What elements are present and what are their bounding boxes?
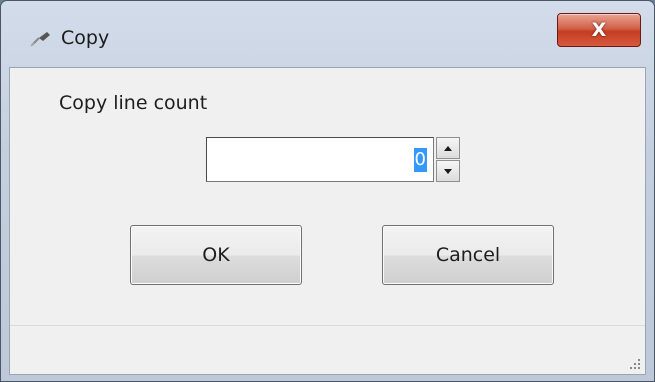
copy-line-count-input[interactable]: 0 xyxy=(206,137,434,182)
copy-line-count-spinner xyxy=(436,137,460,182)
spin-up-button[interactable] xyxy=(436,137,460,159)
title-bar[interactable]: Copy X xyxy=(1,1,654,65)
spin-down-button[interactable] xyxy=(436,160,460,182)
close-icon: X xyxy=(591,18,607,41)
close-button[interactable]: X xyxy=(557,13,641,47)
copy-line-count-value[interactable]: 0 xyxy=(413,148,427,172)
status-strip xyxy=(10,325,645,374)
copy-line-count-label: Copy line count xyxy=(59,92,208,114)
dialog-body: Copy line count 0 OK Cancel xyxy=(9,67,646,375)
copy-tool-icon xyxy=(30,32,50,47)
spin-up-icon xyxy=(444,145,452,151)
cancel-button[interactable]: Cancel xyxy=(382,225,554,285)
ok-button[interactable]: OK xyxy=(130,225,302,285)
copy-dialog: Copy X Copy line count 0 OK Cancel xyxy=(0,0,655,382)
window-title: Copy xyxy=(61,27,110,49)
spin-down-icon xyxy=(444,168,452,174)
resize-grip-icon[interactable] xyxy=(627,356,641,370)
